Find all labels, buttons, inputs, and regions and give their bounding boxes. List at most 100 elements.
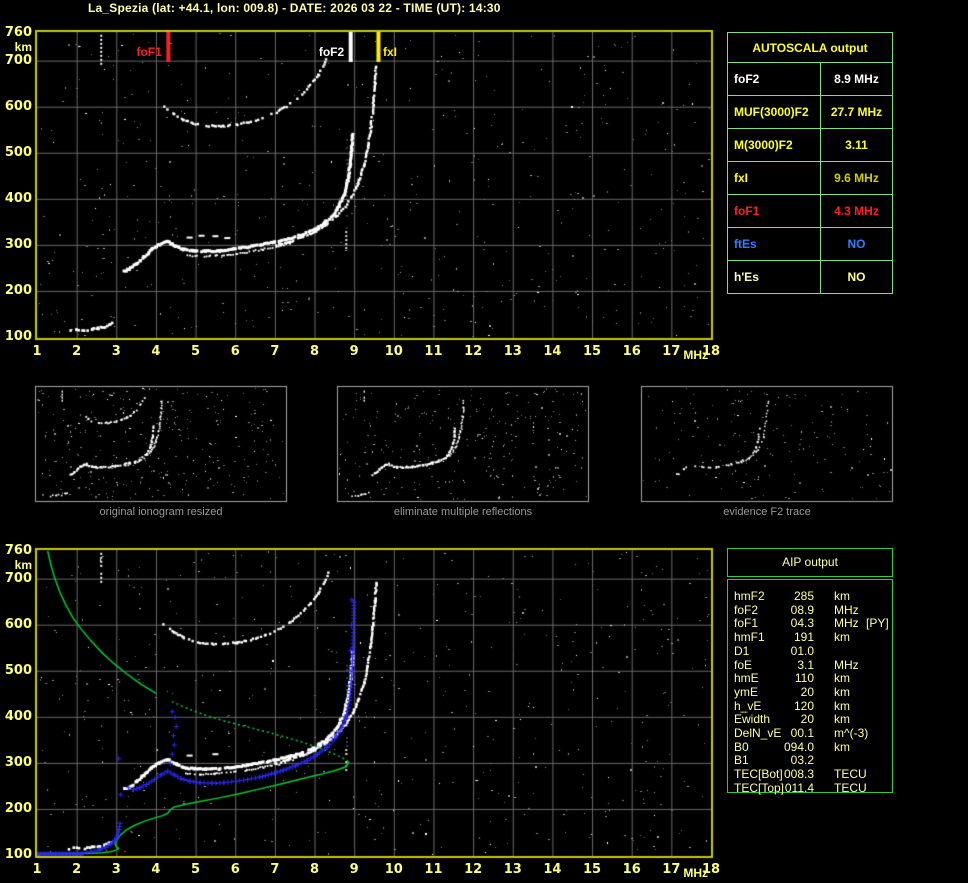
aip-row-value: 04.3 [790,616,814,631]
aip-row-DelN_vE: DelN_vE 00.1 m^(-3) [728,726,892,740]
x-tick-label: 2 [72,862,82,877]
x-tick-label: 10 [384,862,403,877]
y-tick-label: 500 [4,662,32,678]
x-tick-label: 16 [622,344,641,359]
aip-row-value: 110 [794,671,814,686]
aip-row-TEC[Top]: TEC[Top] 011.4 TECU [728,780,892,795]
aip-row-unit: km [834,712,850,727]
x-tick-label: 9 [349,344,359,359]
aip-row-unit: MHz [834,657,859,672]
autoscala-row-value: NO [820,260,893,294]
x-tick-label: 9 [349,862,359,877]
y-tick-label: 100 [4,847,32,862]
autoscala-row-value: 3.11 [820,128,893,162]
marker-label-foF1: foF1 [136,45,162,59]
x-tick-label: 8 [309,862,320,877]
x-tick-label: 5 [191,862,201,877]
aip-row-B1: B1 03.2 [728,753,892,767]
x-tick-label: 17 [662,862,681,877]
thumbnail-caption-eliminate: eliminate multiple reflections [393,506,533,518]
aip-row-label: foF2 [734,602,759,617]
x-tick-label: 2 [72,344,82,359]
autoscala-row-value: 8.9 MHz [820,62,893,96]
aip-row-value: 01.0 [790,643,814,658]
autoscala-row-label: MUF(3000)F2 [727,95,821,129]
x-tick-label: 3 [111,862,121,877]
aip-row-extra: [PY] [866,616,889,631]
x-tick-label: 13 [503,344,522,359]
autoscala-row-MUF(3000)F2: MUF(3000)F2 27.7 MHz [727,95,893,129]
y-tick-label: 760 [4,543,32,558]
x-tick-label: 8 [309,344,320,359]
x-tick-label: 13 [503,862,522,877]
y-axis-unit-label: km [14,40,32,54]
y-tick-label: 700 [4,570,32,586]
aip-row-value: 120 [793,698,814,713]
aip-row-unit: MHz [834,616,859,631]
aip-row-label: hmF1 [734,630,765,645]
aip-row-value: 08.9 [790,602,814,617]
aip-row-unit: TECU [834,780,867,795]
y-tick-label: 400 [4,708,32,724]
y-tick-label: 100 [4,329,32,344]
aip-row-D1: D1 01.0 [728,643,892,658]
y-tick-label: 600 [4,616,32,632]
aip-output-table: hmF2 285 km foF2 08.9 MHz foF1 04.3 MHz [PY] hmF1 1… [727,579,893,795]
x-tick-label: 1 [32,344,42,359]
aip-row-label: B0 [734,739,749,754]
x-tick-label: 3 [111,344,121,359]
x-tick-label: 1 [32,862,42,877]
autoscala-row-M(3000)F2: M(3000)F2 3.11 [727,128,893,162]
autoscala-output-table: AUTOSCALA output foF2 8.9 MHz MUF(3000)F2 27… [727,32,893,294]
aip-row-unit: TECU [834,767,867,782]
x-tick-label: 5 [191,344,201,359]
aip-row-h_vE: h_vE 120 km [728,698,892,713]
aip-row-unit: km [834,698,850,713]
aip-row-value: 094.0 [783,739,814,754]
aip-row-unit: km [834,739,850,754]
x-tick-label: 4 [151,862,161,877]
autoscala-row-value: 9.6 MHz [820,161,893,195]
y-tick-label: 200 [4,282,32,298]
aip-row-label: ymE [734,684,758,699]
aip-row-hmF1: hmF1 191 km [728,630,892,645]
y-tick-label: 300 [4,236,32,252]
aip-row-foF1: foF1 04.3 MHz [PY] [728,616,892,631]
aip-row-label: h_vE [734,698,762,713]
aip-row-unit: km [834,630,850,645]
aip-row-hmE: hmE 110 km [728,671,892,686]
y-tick-label: 600 [4,98,32,114]
y-tick-label: 760 [4,25,32,40]
autoscala-row-label: fxI [727,161,821,195]
y-tick-label: 500 [4,144,32,160]
y-tick-label: 300 [4,754,32,770]
aip-row-value: 011.4 [784,780,814,795]
aip-row-label: hmE [734,671,759,686]
x-tick-label: 11 [424,344,443,359]
aip-row-TEC[Bot]: TEC[Bot] 008.3 TECU [728,767,892,782]
autoscala-table-header: AUTOSCALA output [727,32,893,63]
autoscala-row-h'Es: h'Es NO [727,260,893,294]
aip-row-unit: km [834,589,850,603]
autoscala-row-foF2: foF2 8.9 MHz [727,62,893,96]
aip-row-label: Ewidth [734,712,771,727]
autoscala-row-foF1: foF1 4.3 MHz [727,194,893,228]
x-tick-label: 14 [543,862,562,877]
x-tick-label: 6 [230,344,240,359]
x-tick-label: 6 [230,862,240,877]
autoscala-row-label: foF1 [727,194,821,228]
aip-row-value: 008.3 [783,767,814,782]
x-tick-label: 15 [583,344,602,359]
x-tick-label: 7 [270,344,280,359]
aip-row-label: D1 [734,643,750,658]
aip-row-unit: km [834,671,850,686]
aip-row-label: hmF2 [734,589,765,603]
autoscala-row-label: M(3000)F2 [727,128,821,162]
aip-row-value: 3.1 [797,657,814,672]
aip-row-unit: km [834,684,850,699]
x-tick-label: 4 [151,344,161,359]
aip-row-value: 191 [793,630,814,645]
x-tick-label: 16 [622,862,641,877]
aip-output-header: AIP output [727,548,893,577]
autoscala-row-fxI: fxI 9.6 MHz [727,161,893,195]
